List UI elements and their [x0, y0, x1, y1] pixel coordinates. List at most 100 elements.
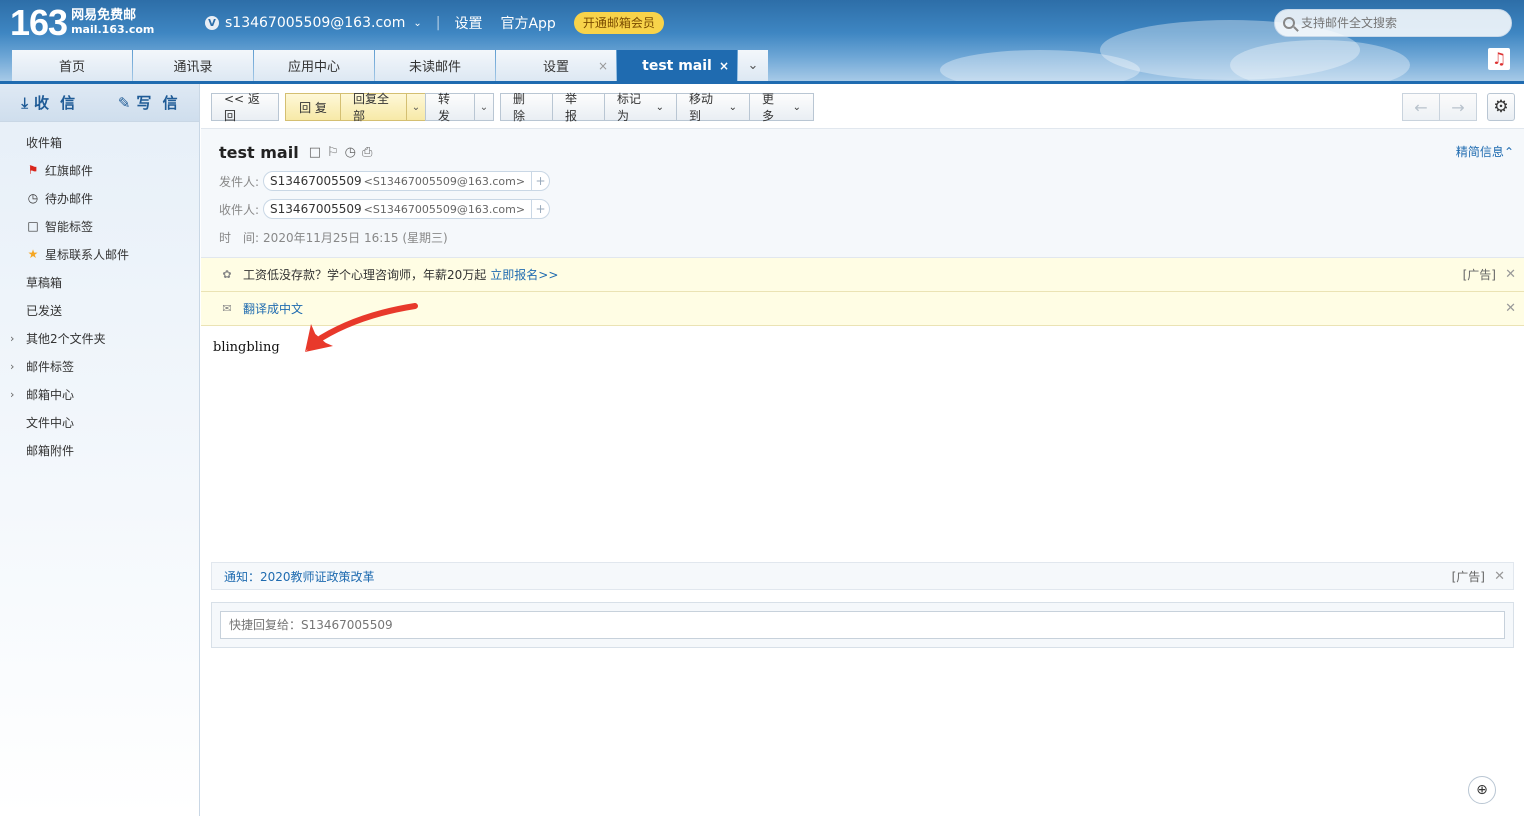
add-contact-icon[interactable]: +: [531, 200, 549, 218]
reply-all-button[interactable]: 回复全部: [340, 92, 407, 123]
mail-subject: test mail □ ⚐ ◷ ⎙: [219, 143, 373, 162]
annotation-arrow: [305, 303, 418, 352]
receive-button[interactable]: ⤓ 收 信: [0, 92, 100, 113]
delete-button[interactable]: 删 除: [500, 92, 553, 123]
download-icon: ⤓: [21, 93, 28, 112]
mail-header: test mail □ ⚐ ◷ ⎙ 精简信息⌃ 发件人: S1346700550…: [201, 128, 1524, 258]
from-row: 发件人: S13467005509 <S13467005509@163.com>…: [219, 171, 551, 191]
translate-link[interactable]: 翻译成中文: [243, 300, 303, 317]
quick-reply-input[interactable]: [220, 611, 1505, 639]
move-to-button[interactable]: 移动到 ⌄: [676, 92, 750, 123]
music-icon[interactable]: ♫: [1488, 48, 1510, 70]
search-input[interactable]: [1301, 16, 1491, 30]
forward-button[interactable]: 转 发: [425, 92, 475, 123]
time-label: 时 间:: [219, 230, 260, 245]
reply-button[interactable]: 回 复: [285, 93, 341, 121]
tab-app-center[interactable]: 应用中心: [254, 50, 374, 81]
forward-dropdown-button[interactable]: ⌄: [474, 93, 494, 121]
sidebar-item-drafts[interactable]: 草稿箱: [0, 268, 199, 296]
reply-dropdown-button[interactable]: ⌄: [406, 93, 426, 121]
sidebar-item-flagged[interactable]: ⚑ 红旗邮件: [0, 156, 199, 184]
tab-test-mail[interactable]: test mail ×: [617, 50, 737, 81]
logo-en: mail.163.com: [71, 23, 155, 36]
notice-link[interactable]: 通知：2020教师证政策改革: [224, 568, 375, 585]
sidebar: ⤓ 收 信 ✎ 写 信 收件箱 ⚑ 红旗邮件 ◷ 待办邮件 □ 智能标签 ★ 星标联系人邮件…: [0, 84, 200, 816]
close-icon[interactable]: ×: [719, 59, 729, 73]
mail-navigation: ← →: [1402, 93, 1477, 121]
gear-icon[interactable]: ⚙: [1487, 93, 1515, 121]
arrow-left-icon: ←: [1414, 97, 1428, 117]
tab-unread[interactable]: 未读邮件: [375, 50, 495, 81]
sidebar-item-attachments[interactable]: 邮箱附件: [0, 436, 199, 464]
ad-text[interactable]: 工资低没存款？学个心理咨询师，年薪20万起: [243, 266, 486, 283]
logo[interactable]: 163 网易免费邮 mail.163.com: [10, 4, 154, 42]
write-button[interactable]: ✎ 写 信: [100, 92, 200, 113]
from-label: 发件人:: [219, 174, 260, 189]
sidebar-item-inbox[interactable]: 收件箱: [0, 128, 199, 156]
clock-icon: ◷: [27, 191, 39, 205]
notice-bar: 通知：2020教师证政策改革 [广告] ✕: [211, 562, 1514, 590]
report-button[interactable]: 举 报: [552, 92, 605, 123]
tab-overflow-button[interactable]: ⌄: [738, 50, 768, 81]
compose-bar: ⤓ 收 信 ✎ 写 信: [0, 84, 199, 122]
sidebar-item-mail-tags[interactable]: › 邮件标签: [0, 352, 199, 380]
top-ad-banner: ✿ 工资低没存款？学个心理咨询师，年薪20万起 立即报名>> [广告] ✕: [201, 258, 1524, 292]
ad-tag: [广告]: [1462, 268, 1496, 282]
tab-contacts[interactable]: 通讯录: [133, 50, 253, 81]
bookmark-icon: □: [27, 219, 39, 233]
print-icon[interactable]: ⎙: [362, 145, 372, 160]
sidebar-item-mail-center[interactable]: › 邮箱中心: [0, 380, 199, 408]
flag-icon[interactable]: ⚐: [327, 145, 339, 160]
chevron-down-icon: ⌄: [728, 101, 737, 113]
mail-toolbar: << 返回 回 复 回复全部 ⌄ 转 发 ⌄ 删 除 举 报 标记为 ⌄ 移动到 ⌄…: [211, 92, 814, 123]
sidebar-item-file-center[interactable]: 文件中心: [0, 408, 199, 436]
mail-reader: << 返回 回 复 回复全部 ⌄ 转 发 ⌄ 删 除 举 报 标记为 ⌄ 移动到 ⌄…: [201, 84, 1524, 816]
recipient-email: <S13467005509@163.com>: [363, 202, 526, 216]
back-button[interactable]: << 返回: [211, 92, 279, 123]
more-button[interactable]: 更 多 ⌄: [749, 92, 814, 123]
chevron-down-icon: ⌄: [747, 58, 759, 73]
close-icon[interactable]: ×: [598, 59, 608, 73]
sidebar-item-smart-tags[interactable]: □ 智能标签: [0, 212, 199, 240]
mail-body: blingbling: [213, 340, 280, 355]
mark-as-button[interactable]: 标记为 ⌄: [604, 92, 677, 123]
ad-signup-link[interactable]: 立即报名>>: [490, 266, 558, 283]
quick-reply-panel: [211, 602, 1514, 648]
official-app-link[interactable]: 官方App: [500, 13, 555, 33]
previous-mail-button[interactable]: ←: [1402, 93, 1440, 121]
settings-link[interactable]: 设置: [454, 13, 482, 33]
bookmark-icon[interactable]: □: [309, 145, 321, 160]
divider: |: [435, 15, 441, 31]
recipient-name: S13467005509: [270, 202, 362, 216]
sidebar-item-todo[interactable]: ◷ 待办邮件: [0, 184, 199, 212]
to-label: 收件人:: [219, 202, 260, 217]
chevron-right-icon[interactable]: ›: [10, 332, 14, 345]
sidebar-item-starred-contacts[interactable]: ★ 星标联系人邮件: [0, 240, 199, 268]
chevron-right-icon[interactable]: ›: [10, 388, 14, 401]
brief-info-link[interactable]: 精简信息⌃: [1456, 143, 1514, 160]
clock-icon[interactable]: ◷: [345, 145, 356, 160]
chevron-down-icon[interactable]: ⌄: [413, 18, 421, 29]
next-mail-button[interactable]: →: [1439, 93, 1477, 121]
account-name[interactable]: s13467005509@163.com: [225, 15, 405, 31]
envelope-icon: ✉: [222, 302, 232, 315]
search-box[interactable]: [1274, 9, 1512, 37]
close-icon[interactable]: ✕: [1505, 301, 1516, 316]
close-icon[interactable]: ✕: [1505, 267, 1516, 282]
sidebar-item-other-folders[interactable]: › 其他2个文件夹: [0, 324, 199, 352]
sender-chip[interactable]: S13467005509 <S13467005509@163.com> +: [263, 171, 551, 191]
chevron-down-icon: ⌄: [411, 101, 421, 113]
tab-home[interactable]: 首页: [12, 50, 132, 81]
chevron-right-icon[interactable]: ›: [10, 360, 14, 373]
tab-bar: 首页 通讯录 应用中心 未读邮件 设置 × test mail × ⌄: [12, 50, 769, 81]
search-icon[interactable]: [1283, 17, 1295, 29]
close-icon[interactable]: ✕: [1494, 569, 1505, 584]
logo-cn: 网易免费邮: [71, 8, 137, 23]
zoom-in-icon[interactable]: ⊕: [1468, 776, 1496, 804]
tab-settings[interactable]: 设置 ×: [496, 50, 616, 81]
vip-button[interactable]: 开通邮箱会员: [573, 12, 664, 34]
add-contact-icon[interactable]: +: [531, 172, 549, 190]
sidebar-item-sent[interactable]: 已发送: [0, 296, 199, 324]
recipient-chip[interactable]: S13467005509 <S13467005509@163.com> +: [263, 199, 551, 219]
chevron-down-icon: ⌄: [655, 101, 664, 113]
